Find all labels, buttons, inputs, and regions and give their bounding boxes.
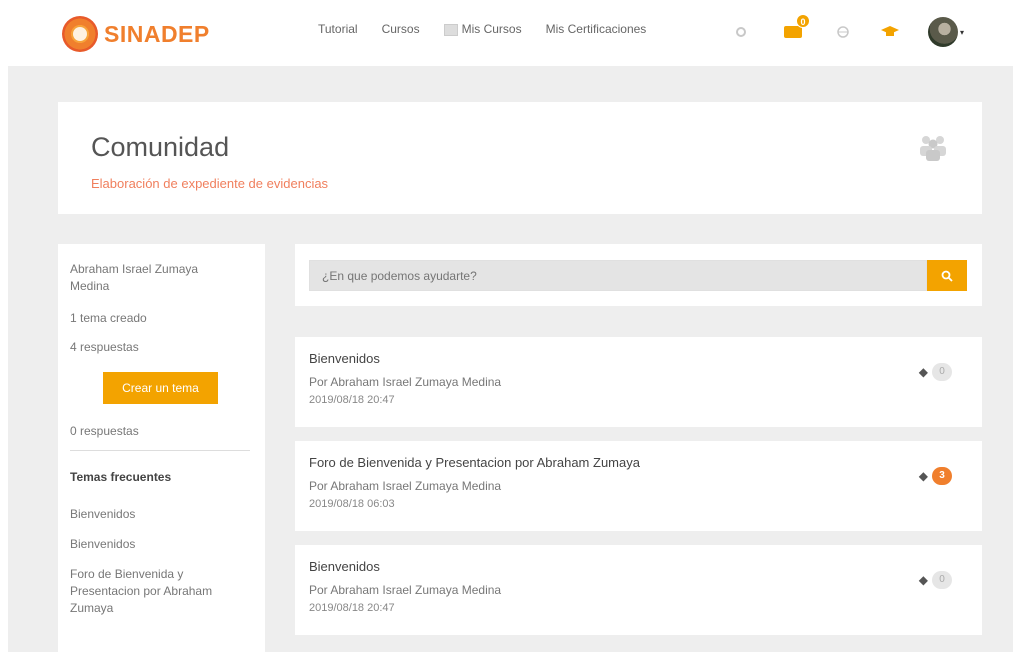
frequent-topic-link[interactable]: Foro de Bienvenida y Presentacion por Ab…	[70, 566, 250, 617]
nav-tutorial[interactable]: Tutorial	[318, 22, 358, 36]
topics-created-count: 1 tema creado	[70, 311, 147, 325]
nav-mis-cursos-label: Mis Cursos	[461, 22, 522, 36]
user-sidebar: Abraham Israel Zumaya Medina 1 tema crea…	[58, 244, 265, 652]
top-navbar: SINADEP Tutorial Cursos Mis Cursos Mis C…	[0, 0, 1013, 64]
graduation-cap-icon[interactable]	[880, 26, 900, 38]
logo-mark-icon	[62, 16, 98, 52]
topic-replies: ◆ 3	[919, 467, 952, 485]
nav-icons: 0 ▾	[734, 12, 964, 52]
community-header: Comunidad Elaboración de expediente de e…	[58, 102, 982, 214]
search-button[interactable]	[927, 260, 967, 291]
main-nav: Tutorial Cursos Mis Cursos Mis Certifica…	[318, 22, 670, 36]
comments-icon: ◆	[918, 573, 928, 587]
topic-author: Por Abraham Israel Zumaya Medina	[309, 375, 502, 389]
nav-cursos[interactable]: Cursos	[382, 22, 420, 36]
published-count: 0 respuestas	[70, 424, 139, 438]
certificate-icon[interactable]: 0	[782, 14, 810, 40]
logo-text: SINADEP	[104, 20, 210, 47]
reply-count-badge: 3	[932, 467, 952, 485]
topic-card[interactable]: Bienvenidos Por Abraham Israel Zumaya Me…	[295, 545, 982, 635]
sidebar-divider	[70, 450, 250, 451]
topic-card[interactable]: Bienvenidos Por Abraham Israel Zumaya Me…	[295, 337, 982, 427]
topic-replies: ◆ 0	[919, 363, 952, 381]
comments-icon: ◆	[918, 469, 928, 483]
page-subtitle: Elaboración de expediente de evidencias	[91, 176, 329, 191]
topic-title[interactable]: Bienvenidos	[309, 351, 380, 366]
sinadep-logo[interactable]: SINADEP	[62, 14, 210, 54]
topic-author: Por Abraham Israel Zumaya Medina	[309, 479, 502, 493]
courses-icon	[443, 23, 458, 36]
gear-icon[interactable]	[734, 26, 748, 38]
topic-replies: ◆ 0	[919, 571, 952, 589]
search-input[interactable]	[309, 260, 927, 291]
topic-title[interactable]: Foro de Bienvenida y Presentacion por Ab…	[309, 455, 640, 470]
user-name: Abraham Israel Zumaya Medina	[70, 262, 199, 293]
nav-mis-cursos[interactable]: Mis Cursos	[443, 22, 522, 36]
topic-date: 2019/08/18 20:47	[309, 394, 395, 406]
nav-mis-certificaciones[interactable]: Mis Certificaciones	[546, 22, 647, 36]
create-topic-button[interactable]: Crear un tema	[103, 372, 218, 404]
frequent-topics-heading: Temas frecuentes	[70, 470, 172, 484]
frequent-topic-link[interactable]: Bienvenidos	[70, 536, 250, 553]
topic-title[interactable]: Bienvenidos	[309, 559, 380, 574]
people-icon	[920, 136, 946, 161]
topic-date: 2019/08/18 06:03	[309, 498, 395, 510]
search-panel	[295, 244, 982, 306]
avatar[interactable]	[928, 17, 958, 47]
search-icon	[941, 270, 953, 282]
reply-count-badge: 0	[932, 571, 952, 589]
topic-author: Por Abraham Israel Zumaya Medina	[309, 583, 502, 597]
chevron-down-icon[interactable]: ▾	[960, 28, 964, 37]
comments-icon: ◆	[918, 365, 928, 379]
topic-card[interactable]: Foro de Bienvenida y Presentacion por Ab…	[295, 441, 982, 531]
certificate-badge: 0	[796, 14, 810, 28]
replies-count: 4 respuestas	[70, 340, 139, 354]
reply-count-badge: 0	[932, 363, 952, 381]
topic-date: 2019/08/18 20:47	[309, 602, 395, 614]
page-title: Comunidad	[91, 132, 230, 162]
frequent-topic-link[interactable]: Bienvenidos	[70, 506, 250, 523]
globe-icon[interactable]	[836, 26, 850, 38]
